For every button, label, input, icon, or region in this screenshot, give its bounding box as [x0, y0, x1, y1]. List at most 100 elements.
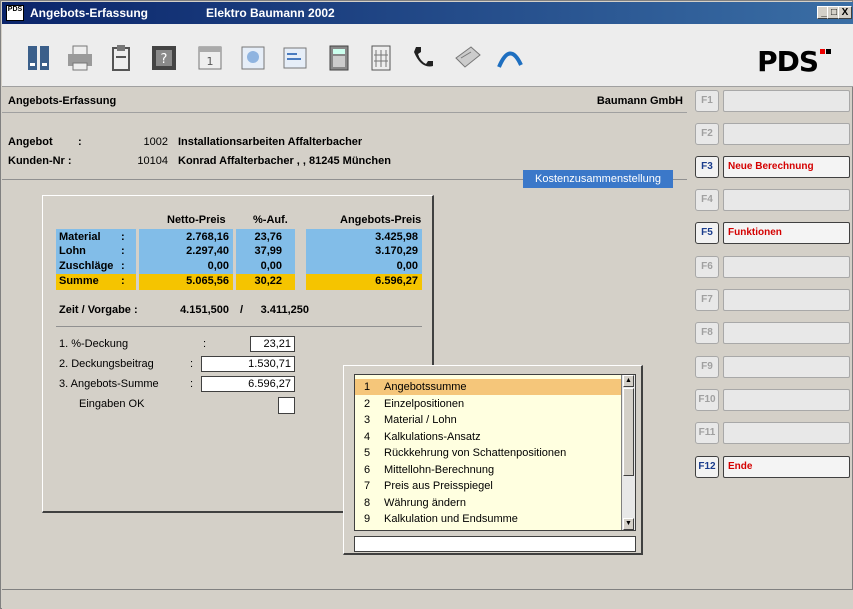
fkey-label[interactable]: F3: [695, 156, 719, 178]
list-item[interactable]: 1 Angebotssumme: [355, 379, 621, 395]
fkey-action[interactable]: [723, 90, 850, 112]
binder-icon[interactable]: [24, 43, 54, 73]
list-item[interactable]: 8 Währung ändern: [355, 495, 621, 511]
fkey-f2[interactable]: F2: [695, 121, 853, 147]
fkey-label[interactable]: F6: [695, 256, 719, 278]
fkey-label[interactable]: F5: [695, 222, 719, 244]
deckungsbeitrag-input[interactable]: 1.530,71: [201, 356, 295, 372]
close-button[interactable]: X: [838, 6, 852, 19]
fkey-f10[interactable]: F10: [695, 387, 853, 413]
summe-angebot: 6.596,27: [375, 275, 418, 287]
fkey-label[interactable]: F11: [695, 422, 719, 444]
eingaben-ok-checkbox[interactable]: [278, 397, 295, 414]
fkey-label[interactable]: F8: [695, 322, 719, 344]
angebotssumme-label: 3. Angebots-Summe: [59, 378, 159, 390]
fkey-f11[interactable]: F11: [695, 420, 853, 446]
fkey-action[interactable]: [723, 356, 850, 378]
phone-icon[interactable]: [408, 43, 438, 73]
summe-auf: 30,22: [254, 275, 282, 287]
fkey-f12[interactable]: F12 Ende: [695, 454, 853, 480]
angebotssumme-input[interactable]: 6.596,27: [201, 376, 295, 392]
grid-icon[interactable]: [366, 43, 396, 73]
list-item[interactable]: 9 Kalkulation und Endsumme: [355, 511, 621, 527]
summe-label: Summe: [59, 275, 99, 287]
list-item[interactable]: 6 Mittellohn-Berechnung: [355, 462, 621, 478]
fkey-f4[interactable]: F4: [695, 187, 853, 213]
row-label: Lohn: [59, 245, 86, 257]
fkey-label[interactable]: F4: [695, 189, 719, 211]
lohn-auf: 37,99: [254, 245, 282, 257]
mail-icon[interactable]: [453, 43, 483, 73]
item-label: Kalkulation und Endsumme: [384, 513, 518, 525]
scroll-up-icon[interactable]: ▲: [623, 375, 634, 387]
list-item[interactable]: 5 Rückkehrung von Schattenpositionen: [355, 445, 621, 461]
fkey-action[interactable]: Funktionen: [723, 222, 850, 244]
scroll-down-icon[interactable]: ▼: [623, 518, 634, 530]
kunden-text: Konrad Affalterbacher , , 81245 München: [178, 155, 391, 167]
fkey-action[interactable]: [723, 422, 850, 444]
list-item[interactable]: 3 Material / Lohn: [355, 412, 621, 428]
function-list[interactable]: 1 Angebotssumme 2 Einzelpositionen 3 Materi…: [354, 374, 636, 531]
calculator-icon[interactable]: [324, 43, 354, 73]
card-icon[interactable]: [280, 43, 310, 73]
arc-icon[interactable]: [495, 43, 525, 73]
fkey-label[interactable]: F2: [695, 123, 719, 145]
popup-input[interactable]: [354, 536, 636, 552]
fkey-label[interactable]: F9: [695, 356, 719, 378]
summe-colon: :: [121, 275, 125, 287]
title-bar[interactable]: PDS Angebots-Erfassung Elektro Baumann 2…: [2, 2, 853, 24]
fkey-f3[interactable]: F3 Neue Berechnung: [695, 154, 853, 180]
fkey-label[interactable]: F1: [695, 90, 719, 112]
col-angebot-header: Angebots-Preis: [340, 214, 422, 226]
zeit-value: 4.151,500: [180, 304, 229, 316]
col-netto-header: Netto-Preis: [167, 214, 226, 226]
page-title: Angebots-Erfassung: [8, 95, 117, 107]
fkey-f1[interactable]: F1: [695, 88, 853, 114]
fkey-label[interactable]: F12: [695, 456, 719, 478]
fkey-action[interactable]: [723, 389, 850, 411]
scroll-thumb[interactable]: [623, 388, 634, 476]
fkey-label[interactable]: F7: [695, 289, 719, 311]
help-icon[interactable]: ?: [149, 43, 179, 73]
lohn-netto: 2.297,40: [186, 245, 229, 257]
item-number: 7: [364, 480, 371, 492]
zeit-label: Zeit / Vorgabe :: [59, 304, 138, 316]
fkey-action[interactable]: [723, 123, 850, 145]
svg-text:1: 1: [207, 55, 214, 68]
row-label: Material: [59, 231, 101, 243]
eingaben-ok-label: Eingaben OK: [79, 398, 145, 410]
zuschlaege-auf: 0,00: [260, 260, 282, 272]
image-icon[interactable]: [238, 43, 268, 73]
fkey-f6[interactable]: F6: [695, 254, 853, 280]
app-name: Elektro Baumann 2002: [206, 6, 335, 20]
fkey-action[interactable]: Neue Berechnung: [723, 156, 850, 178]
fkey-action[interactable]: [723, 256, 850, 278]
item-label: Preis aus Preisspiegel: [384, 480, 493, 492]
item-label: Rückkehrung von Schattenpositionen: [384, 447, 567, 459]
fkey-f9[interactable]: F9: [695, 354, 853, 380]
list-item[interactable]: 7 Preis aus Preisspiegel: [355, 478, 621, 494]
zuschlaege-angebot: 0,00: [396, 260, 418, 272]
row-colon: :: [121, 231, 125, 243]
document-icon[interactable]: [106, 43, 136, 73]
calendar-icon[interactable]: 1: [195, 43, 225, 73]
row-label: Zuschläge: [59, 260, 114, 272]
fkey-f7[interactable]: F7: [695, 287, 853, 313]
printer-icon[interactable]: [65, 43, 95, 73]
window-title: Angebots-Erfassung: [30, 6, 149, 20]
tab-kostenzusammenstellung[interactable]: Kostenzusammenstellung: [523, 170, 673, 188]
fkey-action[interactable]: [723, 189, 850, 211]
list-scrollbar[interactable]: ▲ ▼: [621, 375, 635, 530]
function-key-panel: F1 F2 F3 Neue Berechnung F4 F5 Funktionen …: [691, 88, 853, 488]
angebot-label: Angebot: [8, 136, 53, 148]
fkey-label[interactable]: F10: [695, 389, 719, 411]
app-icon[interactable]: PDS: [6, 5, 24, 21]
list-item[interactable]: 2 Einzelpositionen: [355, 396, 621, 412]
fkey-f5[interactable]: F5 Funktionen: [695, 220, 853, 246]
fkey-action[interactable]: [723, 289, 850, 311]
fkey-f8[interactable]: F8: [695, 320, 853, 346]
fkey-action[interactable]: [723, 322, 850, 344]
list-item[interactable]: 4 Kalkulations-Ansatz: [355, 429, 621, 445]
fkey-action[interactable]: Ende: [723, 456, 850, 478]
deckung-input[interactable]: 23,21: [250, 336, 295, 352]
